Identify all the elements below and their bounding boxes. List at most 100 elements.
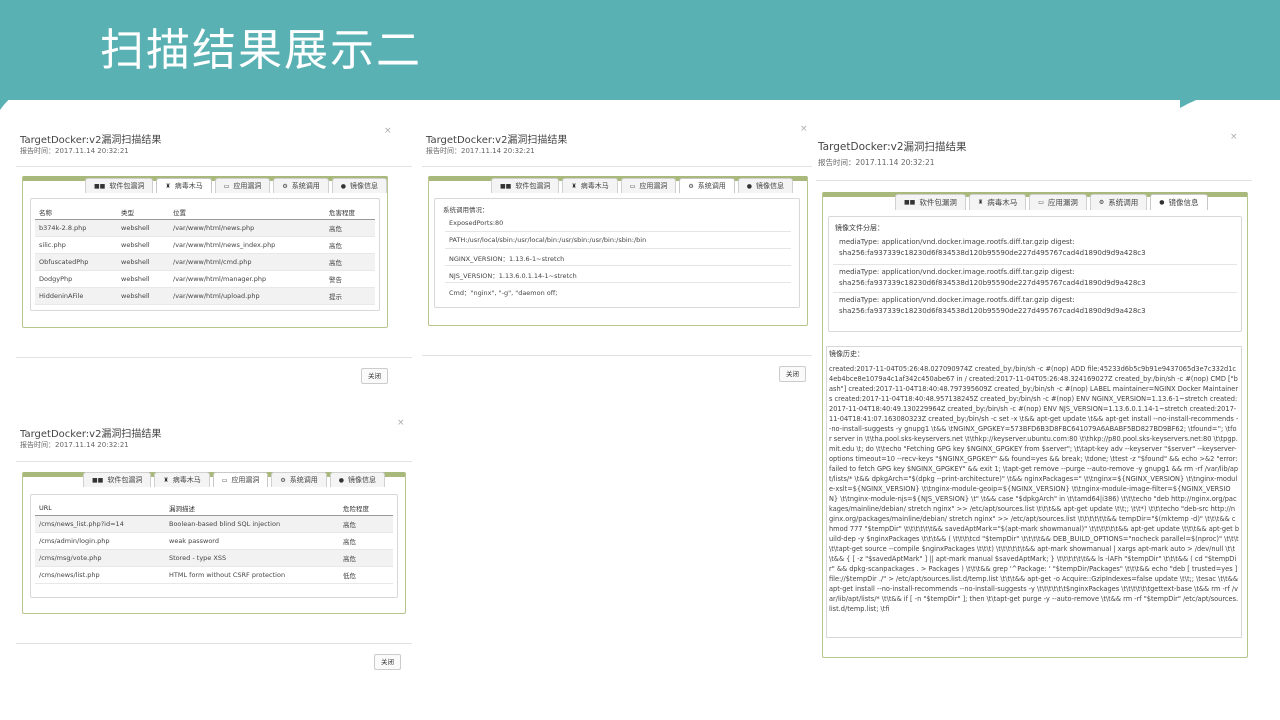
tab-trojan[interactable]: ♜ 病毒木马 <box>154 472 210 487</box>
layer-item: mediaType: application/vnd.docker.image.… <box>839 296 1146 315</box>
cell: /cms/admin/login.php <box>35 532 165 550</box>
table-row: HiddeninAFile webshell/var/www/html/uploa… <box>35 287 375 305</box>
table-row: /cms/msg/vote.php Stored - type XSS 高危 <box>35 549 393 567</box>
layer-item: mediaType: application/vnd.docker.image.… <box>839 268 1146 287</box>
report-time: 报告时间：2017.11.14 20:32:21 <box>426 147 535 155</box>
divider <box>833 264 1237 265</box>
grid-icon: ■■ <box>500 182 512 190</box>
tab-app[interactable]: ▭ 应用漏洞 <box>214 178 271 193</box>
tab-image[interactable]: ● 镜像信息 <box>737 178 794 193</box>
cell: 高危 <box>325 236 375 254</box>
syscall-line: NGINX_VERSION：1.13.6-1~stretch <box>449 255 565 263</box>
syscall-heading: 系统调用情况： <box>443 206 489 214</box>
syscall-line: Cmd："nginx", "-g", "daemon off; <box>449 289 558 297</box>
tab-software[interactable]: ■■ 软件包漏洞 <box>83 472 152 487</box>
table-row: /cms/admin/login.php weak password 高危 <box>35 532 393 550</box>
dialog-syscall: TargetDocker:v2漏洞扫描结果 报告时间：2017.11.14 20… <box>422 124 812 388</box>
cell: /cms/news/list.php <box>35 566 165 584</box>
slide: 扫描结果展示二 TargetDocker:v2漏洞扫描结果 报告时间：2017.… <box>0 0 1280 720</box>
tab-syscall[interactable]: ⚙ 系统调用 <box>273 178 329 193</box>
cell: webshell <box>117 270 169 288</box>
tab-syscall[interactable]: ⚙ 系统调用 <box>679 178 735 193</box>
cell: Stored - type XSS <box>165 549 339 567</box>
tab-bar: ■■ 软件包漏洞 ♜ 病毒木马 ▭ 应用漏洞 ⚙ 系统调用 ● 镜像信息 <box>80 472 386 487</box>
tab-image[interactable]: ● 镜像信息 <box>1150 194 1208 210</box>
cell: 高危 <box>339 515 393 533</box>
cell: /var/www/html/upload.php <box>169 287 325 305</box>
table-container: 名称 类型 位置 危害程度 b374k-2.8.php webshell/var/… <box>30 198 380 311</box>
slide-title: 扫描结果展示二 <box>100 25 422 76</box>
info-icon: ● <box>340 182 347 190</box>
tab-app[interactable]: ▭ 应用漏洞 <box>1029 194 1087 210</box>
tab-image[interactable]: ● 镜像信息 <box>331 178 388 193</box>
col-header: 漏洞描述 <box>165 501 339 516</box>
table-header-row: 名称 类型 位置 危害程度 <box>35 205 375 220</box>
bug-icon: ♜ <box>571 182 577 190</box>
syscall-container: 系统调用情况： ExposedPorts:80 PATH:/usr/local/… <box>434 198 800 308</box>
report-time: 报告时间：2017.11.14 20:32:21 <box>818 158 935 167</box>
cell: /var/www/html/manager.php <box>169 270 325 288</box>
divider <box>16 357 412 358</box>
tab-software[interactable]: ■■ 软件包漏洞 <box>895 194 966 210</box>
grid-icon: ■■ <box>92 476 104 484</box>
cell: ObfuscatedPhp <box>35 253 117 271</box>
divider <box>816 180 1252 181</box>
bug-icon: ♜ <box>163 476 169 484</box>
close-icon[interactable]: × <box>1230 132 1238 142</box>
divider <box>445 248 791 249</box>
table-row: /cms/news/list.php HTML form without CSRF… <box>35 566 393 584</box>
close-icon[interactable]: × <box>800 124 808 134</box>
divider <box>16 643 412 644</box>
tab-image[interactable]: ● 镜像信息 <box>329 472 386 487</box>
col-header: 类型 <box>117 205 169 220</box>
cell: Boolean-based blind SQL injection <box>165 515 339 533</box>
table-container: URL 漏洞描述 危险程度 /cms/news_list.php?id=14 Bo… <box>30 494 398 598</box>
syscall-line: NJS_VERSION：1.13.6.0.1.14-1~stretch <box>449 272 577 280</box>
divider <box>422 166 812 167</box>
cell: webshell <box>117 219 169 237</box>
history-label: 镜像历史： <box>829 350 864 358</box>
cell: webshell <box>117 253 169 271</box>
tab-trojan[interactable]: ♜ 病毒木马 <box>968 194 1027 210</box>
history-text: created:2017-11-04T05:26:48.027090974Z c… <box>829 365 1239 613</box>
close-button[interactable]: 关闭 <box>374 654 401 670</box>
gear-icon: ⚙ <box>688 182 694 190</box>
tab-trojan[interactable]: ♜ 病毒木马 <box>562 178 618 193</box>
tab-software[interactable]: ■■ 软件包漏洞 <box>491 178 560 193</box>
close-icon[interactable]: × <box>397 418 405 428</box>
gear-icon: ⚙ <box>282 182 288 190</box>
divider <box>422 355 812 356</box>
tab-app[interactable]: ▭ 应用漏洞 <box>620 178 677 193</box>
bug-icon: ♜ <box>977 199 984 206</box>
cell: 高危 <box>325 253 375 271</box>
laptop-icon: ▭ <box>629 182 636 190</box>
cell: silic.php <box>35 236 117 254</box>
cell: weak password <box>165 532 339 550</box>
layers-label: 镜像文件分层： <box>835 224 884 232</box>
cell: webshell <box>117 287 169 305</box>
cell: /var/www/html/news.php <box>169 219 325 237</box>
close-button[interactable]: 关闭 <box>361 368 388 384</box>
tab-syscall[interactable]: ⚙ 系统调用 <box>271 472 327 487</box>
dialog-trojan: TargetDocker:v2漏洞扫描结果 报告时间：2017.11.14 20… <box>16 126 412 390</box>
close-icon[interactable]: × <box>384 126 392 136</box>
cell: HiddeninAFile <box>35 287 117 305</box>
tab-software[interactable]: ■■ 软件包漏洞 <box>85 178 154 193</box>
tab-syscall[interactable]: ⚙ 系统调用 <box>1089 194 1148 210</box>
cell: /var/www/html/news_index.php <box>169 236 325 254</box>
cell: /cms/news_list.php?id=14 <box>35 515 165 533</box>
cell: /cms/msg/vote.php <box>35 549 165 567</box>
tab-app[interactable]: ▭ 应用漏洞 <box>212 472 269 487</box>
col-header: 危害程度 <box>325 205 375 220</box>
table-row: silic.php webshell/var/www/html/news_inde… <box>35 236 375 254</box>
trojan-table: 名称 类型 位置 危害程度 b374k-2.8.php webshell/var/… <box>35 205 375 305</box>
grid-icon: ■■ <box>904 199 916 206</box>
tab-trojan[interactable]: ♜ 病毒木马 <box>156 178 212 193</box>
bug-icon: ♜ <box>165 182 171 190</box>
info-icon: ● <box>746 182 753 190</box>
table-row: /cms/news_list.php?id=14 Boolean-based bl… <box>35 515 393 533</box>
cell: 高危 <box>339 549 393 567</box>
close-button[interactable]: 关闭 <box>779 366 806 382</box>
divider <box>445 265 791 266</box>
col-header: 名称 <box>35 205 117 220</box>
